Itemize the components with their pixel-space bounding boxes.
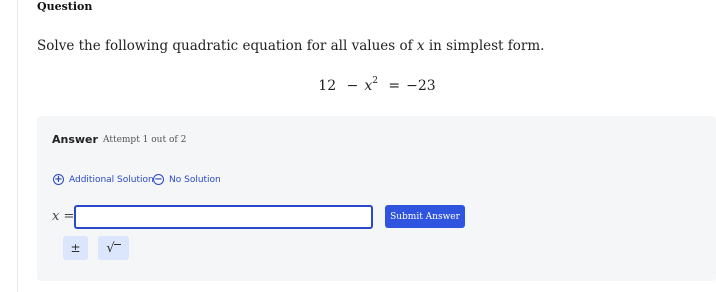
answer-variable: x: [52, 209, 60, 224]
radical-bar: [113, 244, 121, 252]
submit-answer-button[interactable]: Submit Answer: [385, 205, 465, 228]
equation-minus: −: [346, 78, 359, 94]
square-root-key[interactable]: √: [98, 236, 129, 260]
question-prompt: Solve the following quadratic equation f…: [37, 38, 544, 54]
answer-heading: Answer: [52, 133, 98, 146]
additional-solution-label: Additional Solution: [69, 174, 154, 185]
no-solution-button[interactable]: − No Solution: [153, 174, 221, 185]
answer-panel: Answer Attempt 1 out of 2 + Additional S…: [37, 116, 716, 281]
plus-minus-icon: ±: [70, 241, 81, 255]
equation: 12 − x2 = −23: [0, 76, 716, 94]
additional-solution-button[interactable]: + Additional Solution: [53, 174, 154, 185]
equation-constant: 12: [318, 78, 337, 94]
answer-equals: =: [63, 209, 75, 224]
answer-input[interactable]: [74, 205, 373, 229]
prompt-text-start: Solve the following quadratic equation f…: [37, 38, 417, 54]
equation-exponent: 2: [372, 76, 378, 86]
prompt-text-end: in simplest form.: [424, 38, 545, 54]
plus-minus-key[interactable]: ±: [63, 236, 88, 260]
equation-rhs: −23: [406, 78, 436, 94]
plus-circle-icon: +: [53, 173, 64, 185]
question-heading: Question: [37, 0, 93, 13]
prompt-variable: x: [416, 38, 425, 54]
answer-input-label: x =: [52, 209, 74, 224]
equation-equals: =: [388, 78, 401, 94]
attempt-counter: Attempt 1 out of 2: [103, 135, 187, 145]
left-divider: [17, 0, 18, 292]
minus-circle-icon: −: [153, 173, 164, 185]
no-solution-label: No Solution: [169, 174, 221, 185]
